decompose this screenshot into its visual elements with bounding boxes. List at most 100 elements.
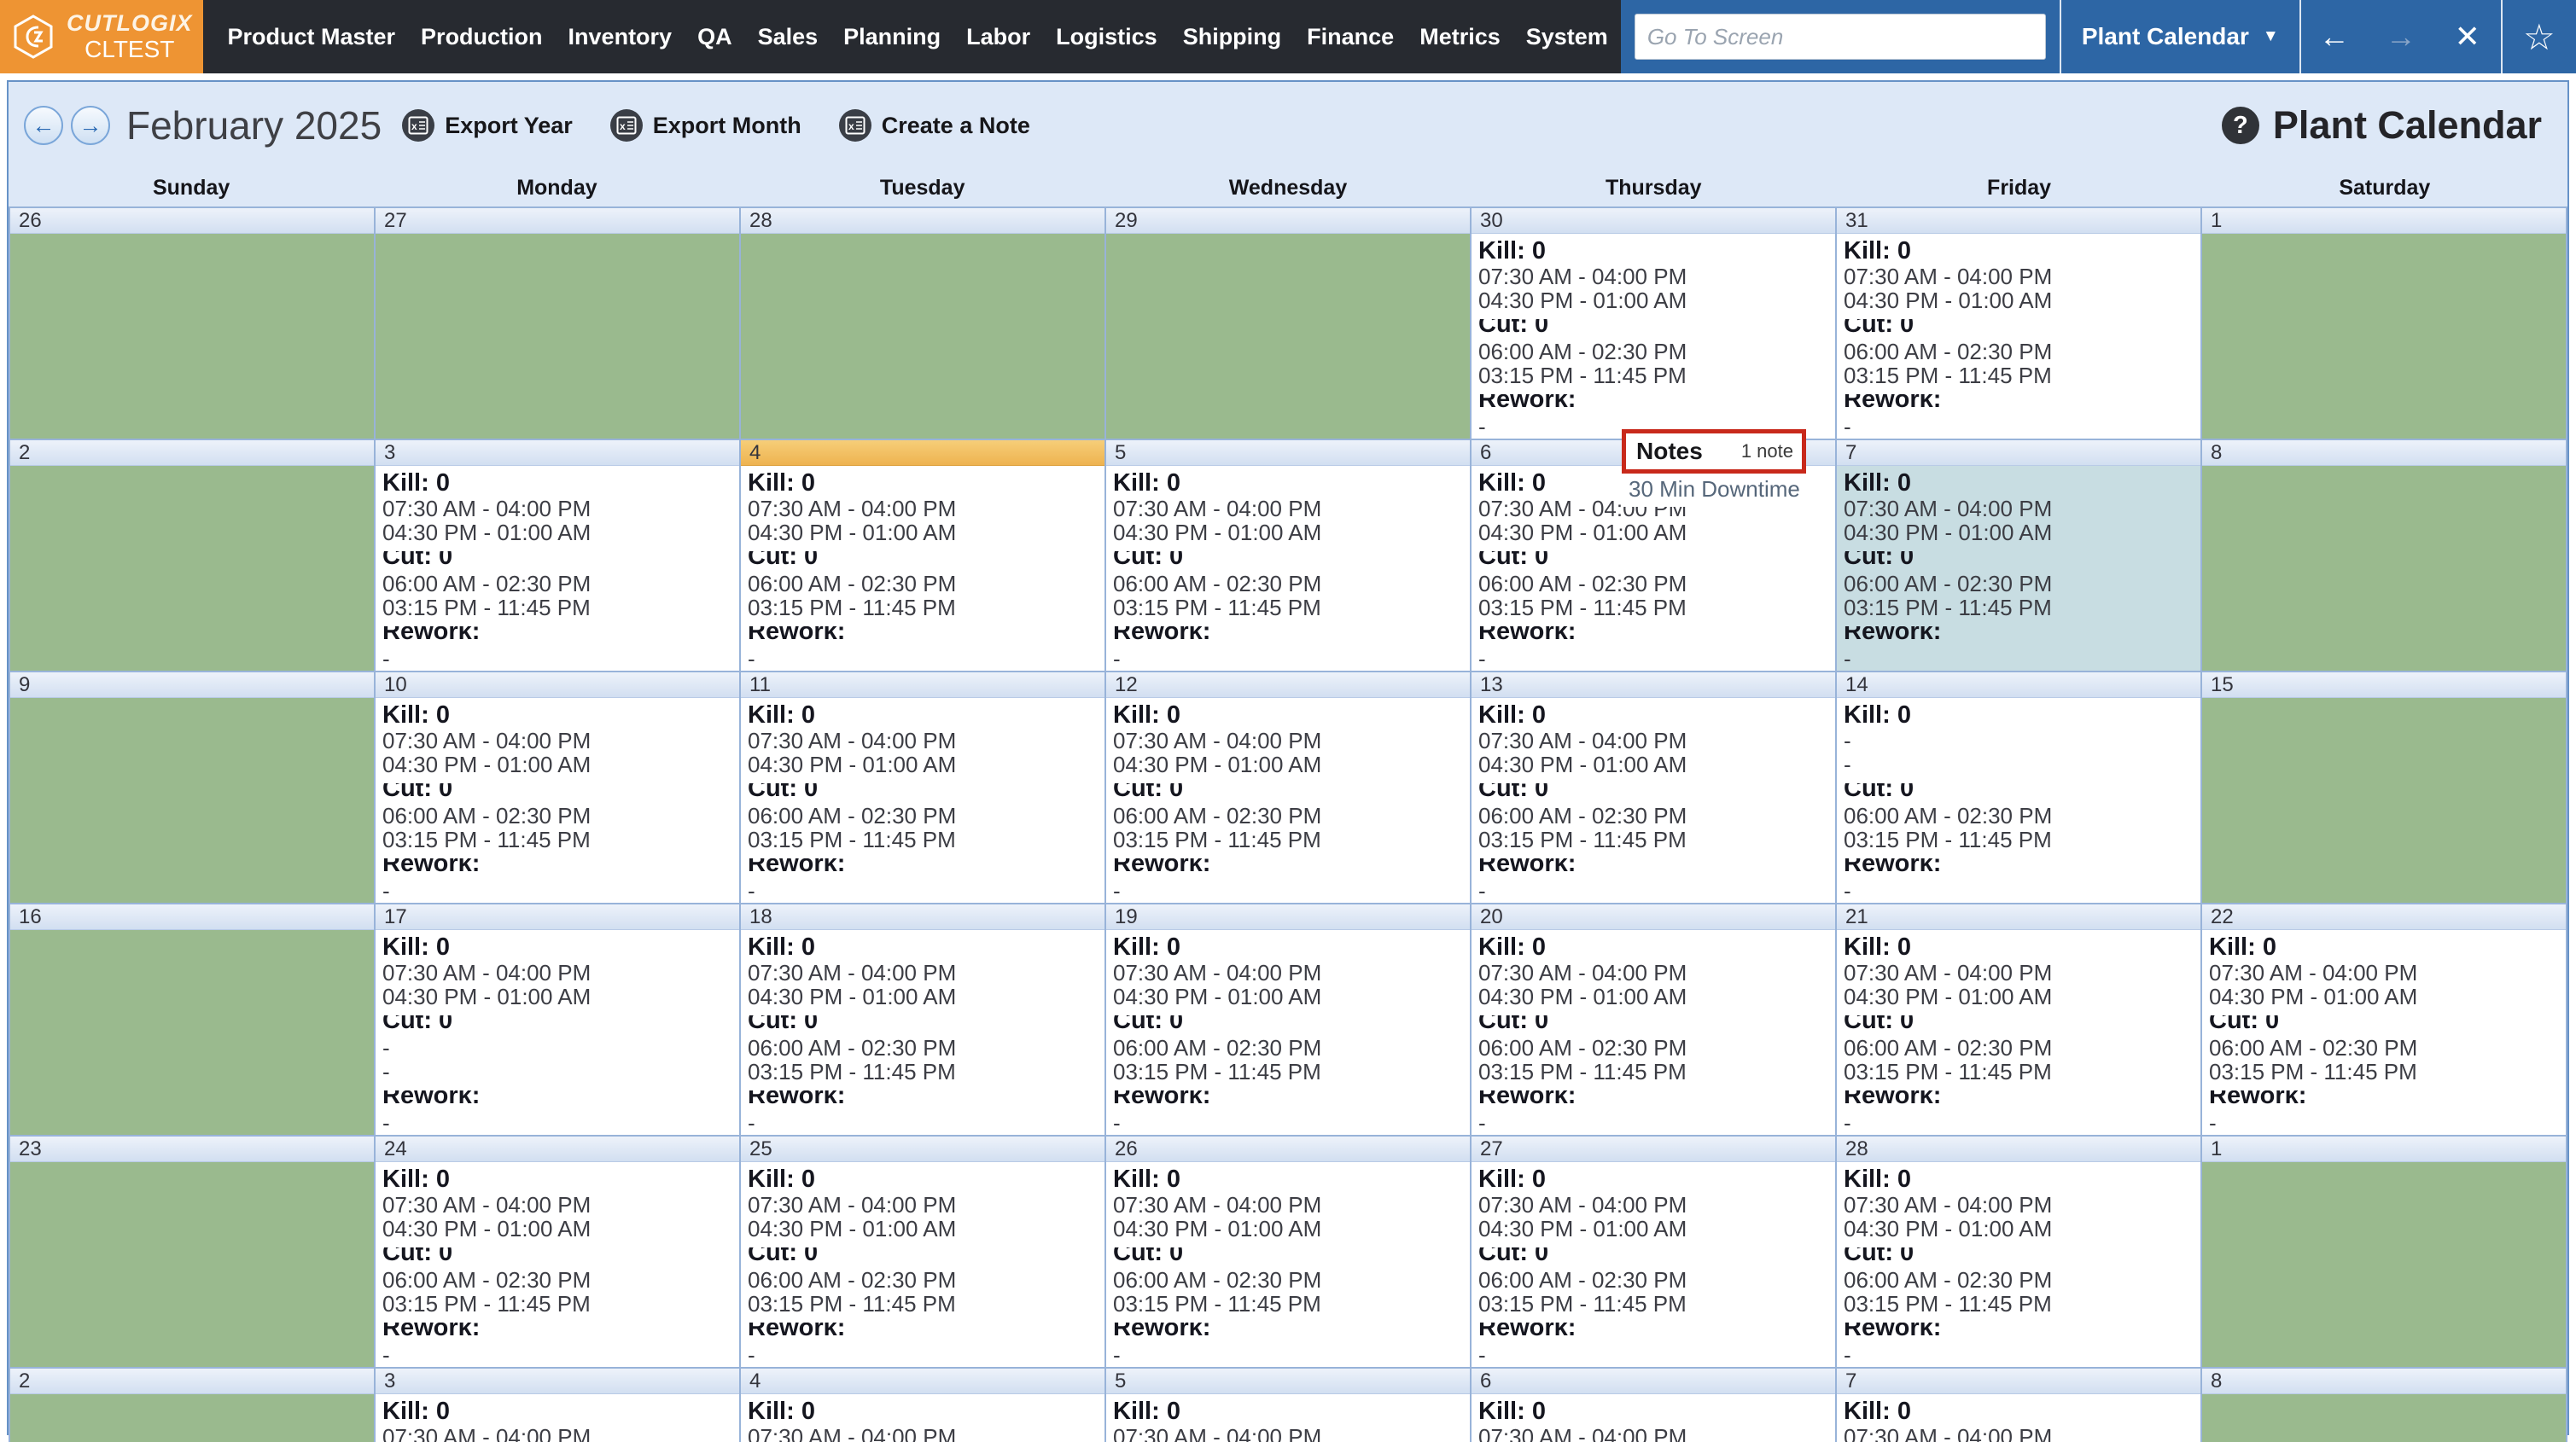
cut-shift-time: - <box>382 1036 732 1060</box>
kill-shift-time: 04:30 PM - 01:00 AM <box>1478 985 1828 1009</box>
nav-forward-button[interactable]: → <box>2368 0 2434 73</box>
nav-item-logistics[interactable]: Logistics <box>1043 24 1170 50</box>
day-cell[interactable]: 3Kill: 007:30 AM - 04:00 PM04:30 PM - 01… <box>376 1369 741 1442</box>
day-number: 10 <box>384 673 407 696</box>
export-year-button-label: Export Year <box>445 113 573 139</box>
nav-item-system[interactable]: System <box>1513 24 1621 50</box>
cut-shift-time: 03:15 PM - 11:45 PM <box>382 1292 732 1316</box>
favorite-section: ☆ <box>2503 0 2576 73</box>
day-cell[interactable]: 21Kill: 007:30 AM - 04:00 PM04:30 PM - 0… <box>1837 904 2202 1137</box>
day-cell[interactable]: 12Kill: 007:30 AM - 04:00 PM04:30 PM - 0… <box>1106 672 1472 904</box>
day-cell-header: 14 <box>1837 672 2200 698</box>
day-cell[interactable]: 1 <box>2202 1137 2567 1369</box>
next-month-button[interactable]: → <box>71 106 110 145</box>
day-cell[interactable]: 15 <box>2202 672 2567 904</box>
day-cell[interactable]: 17Kill: 007:30 AM - 04:00 PM04:30 PM - 0… <box>376 904 741 1137</box>
notes-list: 30 Min Downtime <box>1622 474 1806 507</box>
day-cell-header: 7 <box>1837 1369 2200 1394</box>
nav-item-qa[interactable]: QA <box>685 24 745 50</box>
day-cell[interactable]: 6Kill: 007:30 AM - 04:00 PM04:30 PM - 01… <box>1472 1369 1837 1442</box>
nav-item-sales[interactable]: Sales <box>745 24 831 50</box>
day-cell-body: Kill: 007:30 AM - 04:00 PM04:30 PM - 01:… <box>741 1394 1104 1442</box>
day-cell[interactable]: 4Kill: 007:30 AM - 04:00 PM04:30 PM - 01… <box>741 1369 1106 1442</box>
kill-shift-time: 04:30 PM - 01:00 AM <box>1844 520 2194 544</box>
day-cell[interactable]: 4Kill: 007:30 AM - 04:00 PM04:30 PM - 01… <box>741 440 1106 672</box>
prev-month-button[interactable]: ← <box>24 106 63 145</box>
day-cell[interactable]: 31Kill: 007:30 AM - 04:00 PM04:30 PM - 0… <box>1837 208 2202 440</box>
day-cell[interactable]: 19Kill: 007:30 AM - 04:00 PM04:30 PM - 0… <box>1106 904 1472 1137</box>
day-cell-header: 31 <box>1837 208 2200 234</box>
day-cell[interactable]: 26Kill: 007:30 AM - 04:00 PM04:30 PM - 0… <box>1106 1137 1472 1369</box>
nav-item-inventory[interactable]: Inventory <box>556 24 685 50</box>
day-cell[interactable]: 27Kill: 007:30 AM - 04:00 PM04:30 PM - 0… <box>1472 1137 1837 1369</box>
nav-close-button[interactable]: ✕ <box>2434 0 2501 73</box>
day-cell[interactable]: 27 <box>376 208 741 440</box>
day-number: 2 <box>19 1369 30 1393</box>
day-cell[interactable]: 28 <box>741 208 1106 440</box>
day-cell[interactable]: 10Kill: 007:30 AM - 04:00 PM04:30 PM - 0… <box>376 672 741 904</box>
note-item[interactable]: 30 Min Downtime <box>1622 474 1806 507</box>
cut-shift-time: 03:15 PM - 11:45 PM <box>1844 596 2194 619</box>
day-cell-body <box>1106 234 1470 439</box>
nav-item-production[interactable]: Production <box>408 24 556 50</box>
day-cell[interactable]: 2 <box>10 1369 376 1442</box>
day-cell-header: 8 <box>2202 1369 2566 1394</box>
day-cell[interactable]: 7Kill: 007:30 AM - 04:00 PM04:30 PM - 01… <box>1837 1369 2202 1442</box>
export-month-button[interactable]: xExport Month <box>610 109 801 142</box>
create-note-button[interactable]: xCreate a Note <box>839 109 1030 142</box>
day-cell[interactable]: 5Kill: 007:30 AM - 04:00 PM04:30 PM - 01… <box>1106 440 1472 672</box>
nav-item-labor[interactable]: Labor <box>953 24 1043 50</box>
day-cell[interactable]: 11Kill: 007:30 AM - 04:00 PM04:30 PM - 0… <box>741 672 1106 904</box>
day-number: 8 <box>2211 441 2222 464</box>
day-cell[interactable]: 24Kill: 007:30 AM - 04:00 PM04:30 PM - 0… <box>376 1137 741 1369</box>
cut-shift-time: 03:15 PM - 11:45 PM <box>1478 828 1828 852</box>
day-cell[interactable]: 13Kill: 007:30 AM - 04:00 PM04:30 PM - 0… <box>1472 672 1837 904</box>
day-cell[interactable]: 23 <box>10 1137 376 1369</box>
screen-selector[interactable]: Plant Calendar ▼ <box>2061 0 2299 73</box>
day-cell[interactable]: 26 <box>10 208 376 440</box>
kill-section-label: Kill: 0 <box>1478 237 1828 265</box>
day-cell[interactable]: 9 <box>10 672 376 904</box>
rework-section-label: Rework: <box>1844 858 2194 877</box>
day-cell[interactable]: 30Kill: 007:30 AM - 04:00 PM04:30 PM - 0… <box>1472 208 1837 440</box>
favorite-star-button[interactable]: ☆ <box>2523 16 2556 58</box>
day-cell[interactable]: 25Kill: 007:30 AM - 04:00 PM04:30 PM - 0… <box>741 1137 1106 1369</box>
day-cell[interactable]: 18Kill: 007:30 AM - 04:00 PM04:30 PM - 0… <box>741 904 1106 1137</box>
day-cell-header: 9 <box>10 672 374 698</box>
day-cell[interactable]: 2 <box>10 440 376 672</box>
day-cell[interactable]: 8 <box>2202 440 2567 672</box>
nav-item-planning[interactable]: Planning <box>830 24 953 50</box>
help-button[interactable]: ? <box>2222 107 2259 144</box>
rework-section-clip: Rework: <box>382 1090 732 1111</box>
cut-section-label: Cut: 0 <box>1478 319 1828 338</box>
cut-section-label: Cut: 0 <box>1844 783 2194 802</box>
day-cell[interactable]: 8 <box>2202 1369 2567 1442</box>
nav-item-product-master[interactable]: Product Master <box>215 24 409 50</box>
day-cell[interactable]: 14Kill: 0--Cut: 006:00 AM - 02:30 PM03:1… <box>1837 672 2202 904</box>
nav-item-shipping[interactable]: Shipping <box>1170 24 1294 50</box>
nav-item-finance[interactable]: Finance <box>1294 24 1407 50</box>
day-cell[interactable]: 16 <box>10 904 376 1137</box>
goto-screen-input[interactable] <box>1635 14 2046 60</box>
cut-shift-time: 06:00 AM - 02:30 PM <box>1478 340 1828 363</box>
day-cell-body <box>10 466 374 671</box>
day-cell[interactable]: 5Kill: 007:30 AM - 04:00 PM04:30 PM - 01… <box>1106 1369 1472 1442</box>
day-cell[interactable]: 3Kill: 007:30 AM - 04:00 PM04:30 PM - 01… <box>376 440 741 672</box>
day-cell-body: Kill: 007:30 AM - 04:00 PM04:30 PM - 01:… <box>1106 930 1470 1135</box>
rework-section-clip: Rework: <box>1478 394 1828 415</box>
day-cell[interactable]: 7Kill: 007:30 AM - 04:00 PM04:30 PM - 01… <box>1837 440 2202 672</box>
day-cell[interactable]: 22Kill: 007:30 AM - 04:00 PM04:30 PM - 0… <box>2202 904 2567 1137</box>
day-number: 27 <box>1480 1137 1503 1160</box>
day-cell[interactable]: 1 <box>2202 208 2567 440</box>
export-year-button[interactable]: xExport Year <box>402 109 573 142</box>
rework-value: - <box>1113 1343 1463 1367</box>
nav-back-button[interactable]: ← <box>2301 0 2368 73</box>
day-cell[interactable]: 20Kill: 007:30 AM - 04:00 PM04:30 PM - 0… <box>1472 904 1837 1137</box>
day-number: 1 <box>2211 209 2222 232</box>
day-cell[interactable]: 28Kill: 007:30 AM - 04:00 PM04:30 PM - 0… <box>1837 1137 2202 1369</box>
nav-item-metrics[interactable]: Metrics <box>1407 24 1513 50</box>
rework-section-clip: Rework: <box>1844 1090 2194 1111</box>
day-cell[interactable]: 29 <box>1106 208 1472 440</box>
day-cell-header: 2 <box>10 1369 374 1394</box>
cut-section-label: Cut: 0 <box>748 551 1098 570</box>
